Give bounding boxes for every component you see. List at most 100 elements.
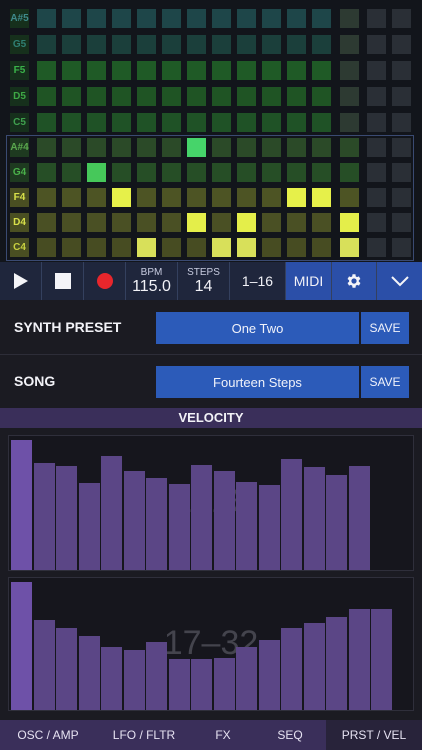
grid-step[interactable] xyxy=(237,188,256,207)
grid-step[interactable] xyxy=(262,188,281,207)
grid-step[interactable] xyxy=(137,213,156,232)
velocity-bar[interactable] xyxy=(101,456,122,570)
velocity-bar[interactable] xyxy=(33,463,55,570)
grid-step[interactable] xyxy=(212,9,231,28)
velocity-bar[interactable] xyxy=(213,658,235,710)
grid-step[interactable] xyxy=(112,61,131,80)
grid-step[interactable] xyxy=(312,163,331,182)
velocity-bar[interactable] xyxy=(281,459,302,570)
grid-step[interactable] xyxy=(187,238,206,257)
collapse-button[interactable] xyxy=(377,262,422,300)
grid-step[interactable] xyxy=(87,213,106,232)
grid-step[interactable] xyxy=(312,238,331,257)
grid-step[interactable] xyxy=(162,238,181,257)
grid-step[interactable] xyxy=(312,87,331,106)
grid-step[interactable] xyxy=(212,113,231,132)
grid-step[interactable] xyxy=(62,238,81,257)
velocity-bar[interactable] xyxy=(33,620,55,710)
velocity-bar[interactable] xyxy=(236,482,257,570)
grid-step[interactable] xyxy=(87,9,106,28)
grid-step[interactable] xyxy=(37,238,56,257)
velocity-bar[interactable] xyxy=(258,485,280,570)
grid-step[interactable] xyxy=(62,87,81,106)
grid-step[interactable] xyxy=(137,9,156,28)
grid-step[interactable] xyxy=(262,35,281,54)
grid-step-active[interactable] xyxy=(340,238,359,257)
grid-step[interactable] xyxy=(340,87,359,106)
velocity-bar[interactable] xyxy=(348,466,370,570)
song-selector[interactable]: Fourteen Steps xyxy=(156,366,359,398)
grid-step[interactable] xyxy=(137,87,156,106)
grid-step[interactable] xyxy=(162,61,181,80)
grid-step[interactable] xyxy=(262,113,281,132)
grid-step[interactable] xyxy=(212,188,231,207)
grid-step[interactable] xyxy=(367,238,386,257)
grid-step[interactable] xyxy=(367,9,386,28)
velocity-bar[interactable] xyxy=(123,650,145,710)
grid-step[interactable] xyxy=(187,35,206,54)
grid-step[interactable] xyxy=(37,35,56,54)
velocity-bar[interactable] xyxy=(78,483,100,570)
grid-step[interactable] xyxy=(212,163,231,182)
grid-step[interactable] xyxy=(340,35,359,54)
grid-step[interactable] xyxy=(112,213,131,232)
grid-step[interactable] xyxy=(287,113,306,132)
steps-control[interactable]: STEPS 14 xyxy=(178,262,230,300)
grid-step[interactable] xyxy=(312,213,331,232)
grid-step[interactable] xyxy=(112,138,131,157)
grid-step[interactable] xyxy=(137,113,156,132)
grid-step[interactable] xyxy=(392,188,411,207)
velocity-bar[interactable] xyxy=(11,582,32,710)
grid-step[interactable] xyxy=(112,9,131,28)
grid-step[interactable] xyxy=(187,113,206,132)
grid-step[interactable] xyxy=(162,138,181,157)
grid-step[interactable] xyxy=(137,61,156,80)
grid-step[interactable] xyxy=(287,61,306,80)
grid-step[interactable] xyxy=(87,138,106,157)
grid-step[interactable] xyxy=(37,188,56,207)
grid-step-active[interactable] xyxy=(87,163,106,182)
synth-preset-selector[interactable]: One Two xyxy=(156,312,359,344)
grid-step[interactable] xyxy=(392,163,411,182)
tab-fx[interactable]: FX xyxy=(192,720,254,750)
grid-step[interactable] xyxy=(37,61,56,80)
grid-step[interactable] xyxy=(187,9,206,28)
grid-step[interactable] xyxy=(187,163,206,182)
grid-step[interactable] xyxy=(162,188,181,207)
velocity-bar[interactable] xyxy=(123,471,145,570)
grid-step[interactable] xyxy=(367,213,386,232)
grid-step[interactable] xyxy=(62,138,81,157)
grid-step[interactable] xyxy=(162,35,181,54)
grid-step-active[interactable] xyxy=(237,213,256,232)
grid-step[interactable] xyxy=(340,188,359,207)
grid-step[interactable] xyxy=(237,61,256,80)
grid-step[interactable] xyxy=(162,213,181,232)
grid-step[interactable] xyxy=(187,61,206,80)
grid-step[interactable] xyxy=(37,138,56,157)
grid-step[interactable] xyxy=(87,188,106,207)
grid-step[interactable] xyxy=(392,9,411,28)
tab-lfo-fltr[interactable]: LFO / FLTR xyxy=(96,720,192,750)
tab-seq[interactable]: SEQ xyxy=(254,720,326,750)
grid-step[interactable] xyxy=(237,87,256,106)
grid-step-active[interactable] xyxy=(237,238,256,257)
grid-step[interactable] xyxy=(137,35,156,54)
velocity-bar[interactable] xyxy=(281,628,302,710)
grid-step-active[interactable] xyxy=(187,213,206,232)
grid-step[interactable] xyxy=(287,35,306,54)
grid-step[interactable] xyxy=(262,163,281,182)
velocity-bar[interactable] xyxy=(168,484,190,570)
velocity-bar[interactable] xyxy=(326,617,347,710)
grid-step-active[interactable] xyxy=(340,213,359,232)
grid-step[interactable] xyxy=(212,61,231,80)
velocity-bar[interactable] xyxy=(78,636,100,710)
grid-step[interactable] xyxy=(287,163,306,182)
velocity-bar[interactable] xyxy=(191,659,212,710)
grid-step[interactable] xyxy=(37,213,56,232)
grid-step[interactable] xyxy=(212,35,231,54)
grid-step[interactable] xyxy=(112,35,131,54)
grid-step[interactable] xyxy=(137,163,156,182)
grid-step[interactable] xyxy=(137,188,156,207)
grid-step[interactable] xyxy=(392,238,411,257)
velocity-bar[interactable] xyxy=(213,471,235,570)
